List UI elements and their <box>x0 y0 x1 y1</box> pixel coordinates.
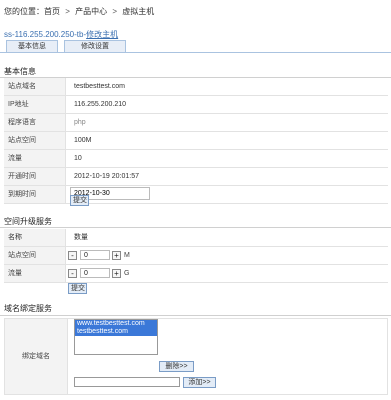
column-header-name: 名称 <box>4 229 66 246</box>
upgrade-row-traffic: 流量 - 0 + G <box>4 265 388 283</box>
info-row-space: 站点空间 100M <box>4 132 388 150</box>
basic-info-submit-button[interactable]: 提交 <box>70 195 89 206</box>
tab-basic-info[interactable]: 基本信息 <box>6 40 58 52</box>
tab-modify-settings[interactable]: 修改设置 <box>64 40 126 52</box>
column-header-quantity: 数量 <box>74 234 88 241</box>
space-quantity-input[interactable]: 0 <box>80 250 110 260</box>
section-title-domain-binding: 域名绑定服务 <box>4 304 52 313</box>
info-value: 10 <box>74 155 82 162</box>
new-domain-input[interactable] <box>74 377 180 387</box>
info-value: 2012-10-19 20:01:57 <box>74 173 139 180</box>
upgrade-label: 站点空间 <box>4 247 66 264</box>
info-row-ip: IP地址 116.255.200.210 <box>4 96 388 114</box>
info-row-expire-time: 到期时间 <box>4 186 388 204</box>
info-value: testbesttest.com <box>74 83 125 90</box>
bound-domain-list[interactable]: www.testbesttest.com testbesttest.com <box>74 319 158 355</box>
modify-host-link[interactable]: 修改主机 <box>86 30 118 39</box>
info-value: 100M <box>74 137 92 144</box>
info-label: 到期时间 <box>4 186 66 203</box>
breadcrumb-product-center[interactable]: 产品中心 <box>75 7 107 16</box>
breadcrumb-virtual-host: 虚拟主机 <box>122 7 155 16</box>
tab-bar: 基本信息 修改设置 <box>0 40 391 53</box>
breadcrumb-separator: > <box>65 7 70 16</box>
traffic-quantity-input[interactable]: 0 <box>80 268 110 278</box>
info-row-traffic: 流量 10 <box>4 150 388 168</box>
minus-icon[interactable]: - <box>68 269 77 278</box>
info-label: IP地址 <box>4 96 66 113</box>
breadcrumb-separator: > <box>112 7 118 16</box>
plus-icon[interactable]: + <box>112 269 121 278</box>
plus-icon[interactable]: + <box>112 251 121 260</box>
divider <box>0 227 391 228</box>
info-label: 程序语言 <box>4 114 66 131</box>
info-label: 流量 <box>4 150 66 167</box>
site-identifier-text: ss-116.255.200.250-tb- <box>4 30 87 39</box>
list-item[interactable]: testbesttest.com <box>75 328 157 336</box>
info-label: 站点域名 <box>4 78 66 95</box>
upgrade-row-space: 站点空间 - 0 + M <box>4 247 388 265</box>
domain-binding-label: 绑定域名 <box>5 319 68 394</box>
unit-label: G <box>124 270 130 277</box>
info-label: 开通时间 <box>4 168 66 185</box>
section-title-upgrade: 空间升级服务 <box>4 217 52 226</box>
breadcrumb: 您的位置：首页 > 产品中心 > 虚拟主机 <box>4 6 154 17</box>
breadcrumb-home[interactable]: 您的位置：首页 <box>4 7 60 16</box>
upgrade-submit-button[interactable]: 提交 <box>68 283 87 294</box>
info-row-domain: 站点域名 testbesttest.com <box>4 78 388 96</box>
divider <box>0 315 391 316</box>
list-item[interactable]: www.testbesttest.com <box>75 320 157 328</box>
upgrade-label: 流量 <box>4 265 66 282</box>
upgrade-header-row: 名称 数量 <box>4 229 388 247</box>
delete-domain-button[interactable]: 删除>> <box>159 361 194 372</box>
info-row-language: 程序语言 php <box>4 114 388 132</box>
unit-label: M <box>124 252 130 259</box>
site-identifier: ss-116.255.200.250-tb-修改主机 <box>4 29 118 40</box>
minus-icon[interactable]: - <box>68 251 77 260</box>
domain-binding-panel: 绑定域名 www.testbesttest.com testbesttest.c… <box>4 318 388 395</box>
info-label: 站点空间 <box>4 132 66 149</box>
add-domain-button[interactable]: 添加>> <box>183 377 216 388</box>
section-title-basic-info: 基本信息 <box>4 67 36 76</box>
info-row-open-time: 开通时间 2012-10-19 20:01:57 <box>4 168 388 186</box>
info-value: php <box>74 119 86 126</box>
info-value: 116.255.200.210 <box>74 101 127 108</box>
